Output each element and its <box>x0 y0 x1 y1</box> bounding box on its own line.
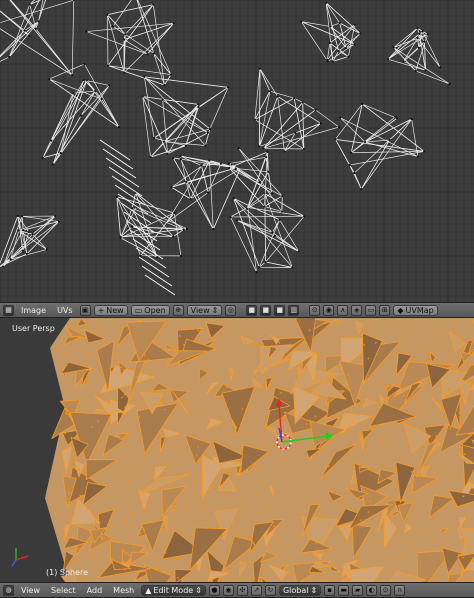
shading-sphere-icon[interactable]: ● <box>208 584 220 596</box>
uv-islands <box>0 0 451 296</box>
pivot-point-icon[interactable]: ◉ <box>222 584 234 596</box>
new-image-button[interactable]: + New <box>93 304 128 316</box>
uv-canvas[interactable] <box>0 0 474 302</box>
proportional-icon[interactable]: ◉ <box>323 304 335 316</box>
orientation-dropdown[interactable]: Global ⇕ <box>278 584 322 596</box>
active-object-label: (1) Sphere <box>46 568 89 577</box>
proportional-edit-icon[interactable]: ⊙ <box>380 584 392 596</box>
chevron-updown-icon: ⇕ <box>195 585 202 595</box>
3d-viewport-header: ◍ View Select Add Mesh ▲ Edit Mode ⇕ ● ◉ ✣… <box>0 582 474 598</box>
uv-grid <box>0 0 474 302</box>
face-select-icon-3d[interactable]: ▰ <box>352 584 364 596</box>
mesh-canvas[interactable] <box>0 318 474 582</box>
chevron-updown-icon: ⇕ <box>310 585 318 595</box>
mode-dropdown[interactable]: ▲ Edit Mode ⇕ <box>141 584 206 596</box>
select-mode-icon[interactable]: ■ <box>246 304 258 316</box>
view-perspective-label: User Persp <box>12 324 55 333</box>
axis-widget <box>11 548 29 567</box>
uv-sticky-icon[interactable]: ■ <box>274 304 286 316</box>
sphere-mesh <box>45 318 474 582</box>
chevron-down-icon: ⇕ <box>211 305 219 315</box>
editor-type-icon[interactable]: ▦ <box>3 304 14 316</box>
uvmap-icon: ◆ <box>397 305 404 315</box>
snap-icon[interactable]: ⊙ <box>309 304 321 316</box>
menu-select[interactable]: Select <box>47 586 80 595</box>
menu-mesh[interactable]: Mesh <box>109 586 138 595</box>
open-image-button[interactable]: ▭ Open <box>130 304 170 316</box>
rotate-icon[interactable]: ↻ <box>264 584 276 596</box>
editor-type-icon-3d[interactable]: ◍ <box>3 584 14 596</box>
edge-select-icon[interactable]: ▭ <box>365 304 377 316</box>
3d-viewport[interactable]: User Persp <box>0 318 474 582</box>
edit-mode-icon: ▲ <box>145 585 152 595</box>
vertex-select-icon-3d[interactable]: ▪ <box>324 584 336 596</box>
menu-view[interactable]: View <box>17 586 44 595</box>
menu-add[interactable]: Add <box>83 586 107 595</box>
view-dropdown[interactable]: View ⇕ <box>186 304 223 316</box>
image-browse-icon[interactable]: ▣ <box>79 304 91 316</box>
menu-uvs[interactable]: UVs <box>53 306 77 315</box>
open-folder-icon: ▭ <box>134 305 143 315</box>
face-select-icon[interactable]: ◈ <box>351 304 363 316</box>
pivot-icon[interactable]: ◎ <box>225 304 237 316</box>
vertex-select-icon[interactable]: ⊞ <box>379 304 391 316</box>
pin-icon[interactable]: ⊕ <box>172 304 184 316</box>
snap-magnet-icon[interactable]: ∩ <box>394 584 406 596</box>
layer-icon[interactable]: ▥ <box>288 304 300 316</box>
new-plus-icon: + <box>97 305 105 315</box>
transform-icon[interactable]: ✣ <box>236 584 248 596</box>
uvmap-selector[interactable]: ◆ UVMap <box>393 304 438 316</box>
uv-editor-header: ▦ Image UVs ▣ + New ▭ Open ⊕ View ⇕ ◎ ■ ■ ■… <box>0 302 474 318</box>
sync-icon[interactable]: ■ <box>260 304 272 316</box>
menu-image[interactable]: Image <box>17 306 50 315</box>
occlude-icon[interactable]: ◐ <box>366 584 378 596</box>
translate-icon[interactable]: ↗ <box>250 584 262 596</box>
uv-image-editor[interactable] <box>0 0 474 302</box>
manipulator-icon[interactable]: ∧ <box>337 304 349 316</box>
edge-select-icon-3d[interactable]: ▬ <box>338 584 350 596</box>
